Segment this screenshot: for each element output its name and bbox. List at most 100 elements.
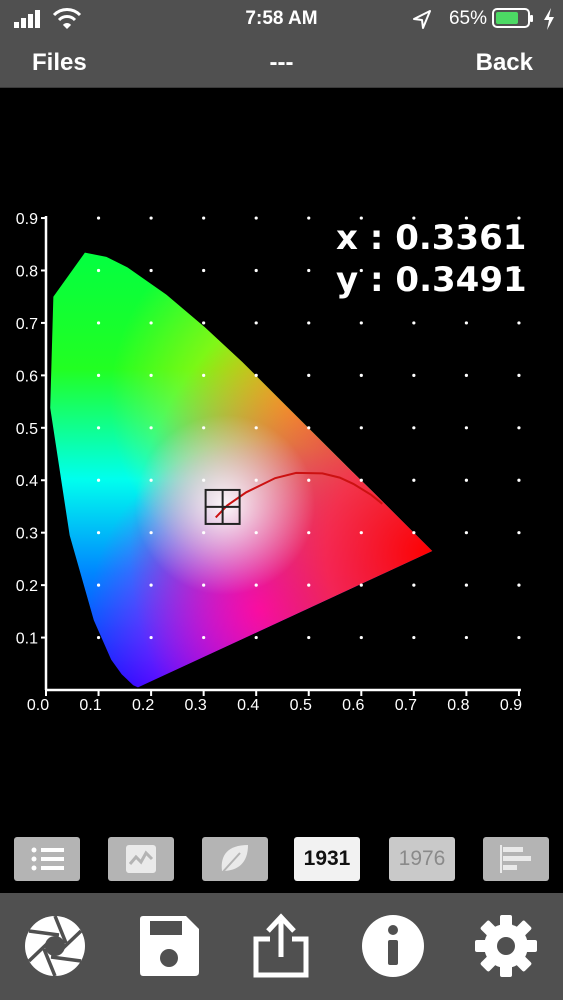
location-arrow-icon [413, 10, 431, 29]
grid-dot [307, 268, 311, 273]
spectrum-graph-icon [126, 845, 156, 873]
x-tick-label: 0.8 [447, 697, 469, 714]
grid-dot [464, 426, 468, 430]
grid-dot [202, 373, 206, 377]
grid-dot [202, 426, 206, 430]
charging-bolt-icon [544, 8, 554, 30]
grid-dot [307, 216, 311, 220]
battery-icon [492, 8, 533, 28]
x-tick-label: 0.5 [290, 697, 312, 714]
grid-dot [412, 373, 416, 377]
cie1976-button[interactable]: 1976 [389, 837, 455, 881]
bar-chart-icon [500, 845, 531, 873]
grid-dot [359, 583, 363, 587]
grid-dot [517, 531, 521, 535]
share-button[interactable] [248, 913, 314, 979]
grid-dot [202, 478, 206, 482]
y-tick-label: 0.5 [16, 421, 38, 438]
grid-dot [517, 426, 521, 430]
cie1931-label: 1931 [303, 847, 351, 870]
grid-dot [149, 531, 153, 535]
grid-dot [254, 583, 258, 587]
bar-view-button[interactable] [483, 837, 549, 881]
grid-dot [254, 268, 258, 273]
grid-dot [149, 373, 153, 377]
grid-dot [96, 478, 101, 482]
grid-dot [202, 583, 206, 587]
grid-dot [149, 583, 153, 587]
cri-view-button[interactable] [202, 837, 268, 881]
cie1931-button[interactable]: 1931 [294, 837, 360, 881]
grid-dot [464, 478, 468, 482]
y-tick-label: 0.2 [16, 578, 38, 595]
grid-dot [517, 583, 521, 587]
x-tick-label: 0.4 [237, 697, 259, 714]
grid-dot [464, 583, 468, 587]
y-tick-label: 0.4 [16, 473, 38, 490]
grid-dot [254, 426, 258, 430]
floppy-disk-icon [140, 916, 199, 976]
grid-dot [464, 635, 468, 640]
cie-chromaticity-chart[interactable]: 0.0 0.1 0.2 0.3 0.4 0.5 0.6 0.7 0.8 0.9 0.1 0.2 0.3 0… [0, 88, 563, 828]
battery-percent: 65% [448, 8, 487, 29]
grid-dot [149, 216, 153, 220]
grid-dot [307, 426, 311, 430]
grid-dot [412, 321, 416, 325]
x-tick-label: 0.6 [342, 697, 364, 714]
list-view-button[interactable] [14, 837, 80, 881]
grid-dot [254, 373, 258, 377]
grid-dot [254, 635, 258, 640]
info-button[interactable] [360, 913, 426, 979]
grid-dot [307, 321, 311, 325]
grid-dot [96, 426, 101, 430]
grid-dot [96, 373, 101, 377]
grid-dot [359, 321, 363, 325]
grid-dot [96, 531, 101, 535]
grid-dot [359, 531, 363, 535]
info-icon [362, 915, 424, 977]
save-button[interactable] [136, 913, 202, 979]
x-coordinate-readout: x : 0.3361 [336, 218, 527, 258]
capture-button[interactable] [22, 913, 88, 979]
grid-dot [202, 321, 206, 325]
grid-dot [202, 268, 206, 273]
list-icon [31, 847, 64, 871]
settings-button[interactable] [473, 913, 539, 979]
grid-dot [202, 216, 206, 220]
x-tick-label: 0.3 [185, 697, 207, 714]
grid-dot [202, 635, 206, 640]
grid-dot [412, 478, 416, 482]
grid-dot [359, 635, 363, 640]
grid-dot [96, 268, 101, 273]
grid-dot [517, 373, 521, 377]
grid-dot [359, 373, 363, 377]
y-tick-label: 0.6 [16, 368, 38, 385]
grid-dot [412, 426, 416, 430]
grid-dot [464, 531, 468, 535]
grid-dot [412, 531, 416, 535]
aperture-icon [25, 915, 85, 977]
x-tick-label: 0.1 [79, 697, 101, 714]
y-tick-label: 0.7 [16, 316, 38, 333]
grid-dot [149, 268, 153, 273]
grid-dot [149, 426, 153, 430]
x-tick-label: 0.9 [500, 697, 522, 714]
x-tick-label: 0.2 [132, 697, 154, 714]
grid-dot [464, 373, 468, 377]
grid-dot [254, 531, 258, 535]
y-tick-label: 0.1 [16, 631, 38, 648]
grid-dot [202, 531, 206, 535]
bottom-toolbar [0, 893, 563, 1000]
back-button[interactable]: Back [476, 49, 533, 77]
grid-dot [149, 478, 153, 482]
grid-dot [307, 373, 311, 377]
gear-icon [475, 915, 537, 977]
grid-dot [149, 635, 153, 640]
grid-dot [359, 426, 363, 430]
chart-svg[interactable]: 0.0 0.1 0.2 0.3 0.4 0.5 0.6 0.7 0.8 0.9 0.1 0.2 0.3 0… [0, 88, 563, 828]
grid-dot [96, 321, 101, 325]
y-tick-label: 0.3 [16, 526, 38, 543]
grid-dot [464, 321, 468, 325]
gamut-color-layer [50, 252, 433, 688]
spectrum-view-button[interactable] [108, 837, 174, 881]
